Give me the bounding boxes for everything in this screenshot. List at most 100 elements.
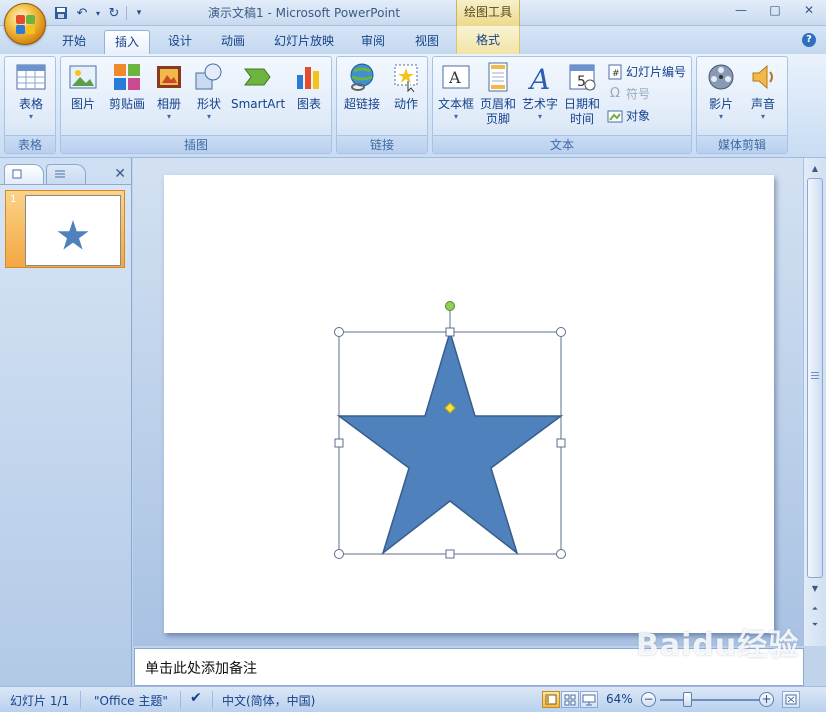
save-icon[interactable]: [52, 4, 70, 22]
chevron-down-icon: ▾: [453, 112, 458, 121]
photo-album-button[interactable]: 相册 ▾: [151, 61, 187, 122]
slide-canvas[interactable]: [164, 175, 774, 633]
sound-button[interactable]: 声音 ▾: [743, 61, 783, 122]
outline-view-icon: [55, 170, 65, 178]
previous-slide-icon[interactable]: ⏶: [807, 602, 823, 616]
zoom-level[interactable]: 64%: [606, 692, 633, 706]
status-separator: [180, 691, 181, 709]
zoom-out-icon[interactable]: −: [641, 692, 656, 707]
tab-design[interactable]: 设计: [158, 30, 202, 54]
photo-album-icon: [153, 61, 185, 93]
fit-to-window-button[interactable]: [782, 691, 800, 708]
header-footer-button[interactable]: 页眉和 页脚: [477, 61, 519, 127]
action-button[interactable]: 动作: [387, 61, 425, 112]
zoom-slider[interactable]: [660, 699, 760, 701]
slide-thumbnails: 1: [0, 184, 131, 686]
textbox-button[interactable]: A 文本框 ▾: [435, 61, 477, 122]
resize-handle-bottom-right[interactable]: [556, 549, 566, 559]
header-footer-label: 页眉和: [479, 97, 516, 111]
scroll-thumb[interactable]: [807, 178, 823, 578]
tab-insert[interactable]: 插入: [104, 30, 150, 54]
close-pane-icon[interactable]: ✕: [114, 166, 126, 182]
window-title: 演示文稿1 - Microsoft PowerPoint: [208, 6, 401, 20]
group-links: 超链接 动作 链接: [336, 56, 428, 154]
scroll-up-icon[interactable]: ▲: [807, 162, 823, 176]
scroll-down-icon[interactable]: ▼: [807, 582, 823, 596]
undo-dropdown-icon[interactable]: ▾: [94, 4, 102, 22]
tab-format[interactable]: 格式: [456, 26, 520, 54]
smartart-button[interactable]: SmartArt: [231, 61, 285, 112]
maximize-button[interactable]: □: [758, 0, 792, 22]
customize-qat-icon[interactable]: ▾: [130, 4, 148, 22]
hyperlink-icon: [346, 61, 378, 93]
minimize-button[interactable]: —: [724, 0, 758, 22]
zoom-slider-knob[interactable]: [683, 692, 692, 707]
object-button[interactable]: 对象: [607, 107, 650, 125]
office-logo-icon: [16, 15, 36, 35]
resize-handle-top[interactable]: [445, 327, 455, 337]
slide-editor: [133, 158, 803, 646]
window-controls: — □ ✕: [724, 0, 826, 22]
undo-icon[interactable]: ↶: [73, 4, 91, 22]
photo-album-label: 相册: [156, 97, 181, 111]
resize-handle-left[interactable]: [334, 438, 344, 448]
normal-view-button[interactable]: [542, 691, 560, 708]
star-shape[interactable]: [336, 329, 564, 556]
resize-handle-bottom-left[interactable]: [334, 549, 344, 559]
resize-handle-top-right[interactable]: [556, 327, 566, 337]
tab-slideshow[interactable]: 幻灯片放映: [266, 30, 342, 54]
status-separator: [80, 691, 81, 709]
tab-view[interactable]: 视图: [404, 30, 450, 54]
picture-label: 图片: [70, 97, 95, 111]
tab-home[interactable]: 开始: [52, 30, 96, 54]
wordart-button[interactable]: A 艺术字 ▾: [519, 61, 561, 122]
chevron-down-icon: ▾: [206, 112, 211, 121]
group-label-media: 媒体剪辑: [697, 135, 787, 153]
picture-button[interactable]: 图片: [65, 61, 101, 112]
resize-handle-right[interactable]: [556, 438, 566, 448]
slide-thumbnail[interactable]: [25, 195, 121, 266]
clipart-label: 剪贴画: [108, 97, 145, 111]
slide-number-button[interactable]: # 幻灯片编号: [607, 63, 686, 81]
picture-icon: [67, 61, 99, 93]
close-button[interactable]: ✕: [792, 0, 826, 22]
notes-placeholder[interactable]: 单击此处添加备注: [145, 658, 257, 678]
clipart-button[interactable]: 剪贴画: [105, 61, 149, 112]
hyperlink-button[interactable]: 超链接: [339, 61, 385, 112]
date-time-button[interactable]: 5 日期和 时间: [561, 61, 603, 127]
spellcheck-icon[interactable]: ✔: [190, 690, 202, 706]
object-label: 对象: [626, 109, 651, 123]
date-time-label: 日期和: [563, 97, 600, 111]
resize-handle-top-left[interactable]: [334, 327, 344, 337]
baidu-watermark: Baidu经验: [636, 628, 800, 663]
svg-text:5: 5: [577, 74, 586, 90]
tab-outline[interactable]: [46, 164, 86, 184]
symbol-button[interactable]: Ω 符号: [607, 85, 650, 103]
shapes-button[interactable]: 形状 ▾: [191, 61, 227, 122]
tab-review[interactable]: 审阅: [350, 30, 396, 54]
chevron-down-icon: ▾: [718, 112, 723, 121]
slide-thumbnail-selected[interactable]: 1: [5, 190, 125, 268]
thumbnail-star: [57, 220, 89, 250]
resize-handle-bottom[interactable]: [445, 549, 455, 559]
vertical-scrollbar[interactable]: ▲ ▼ ⏶ ⏷: [803, 158, 826, 646]
zoom-in-icon[interactable]: +: [759, 692, 774, 707]
tab-slides[interactable]: [4, 164, 44, 184]
redo-icon[interactable]: ↻: [105, 4, 123, 22]
rotation-handle[interactable]: [445, 301, 455, 311]
tab-animations[interactable]: 动画: [210, 30, 256, 54]
movie-button[interactable]: 影片 ▾: [701, 61, 741, 122]
group-label-text: 文本: [433, 135, 691, 153]
slide-number-icon: #: [607, 64, 623, 80]
office-button[interactable]: [4, 3, 46, 45]
svg-text:A: A: [527, 63, 550, 93]
slideshow-button[interactable]: [580, 691, 598, 708]
shapes-label: 形状: [196, 97, 221, 111]
next-slide-icon[interactable]: ⏷: [807, 618, 823, 632]
table-button[interactable]: 表格 ▾: [7, 61, 55, 122]
chart-button[interactable]: 图表: [289, 61, 329, 112]
language-indicator: 中文(简体，中国): [222, 694, 316, 708]
help-icon[interactable]: ?: [802, 33, 816, 47]
slide-sorter-button[interactable]: [561, 691, 579, 708]
calendar-icon: 5: [566, 61, 598, 93]
